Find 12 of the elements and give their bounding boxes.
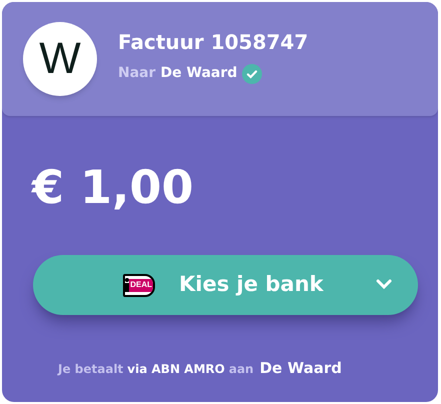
invoice-title: Factuur 1058747 (118, 30, 308, 55)
ideal-logo: DEAL (123, 274, 155, 296)
merchant-name: De Waard (160, 64, 238, 83)
amount: € 1,00 (30, 164, 195, 210)
to-label: Naar (118, 64, 156, 83)
avatar: W (23, 22, 97, 96)
footer-text: via ABN AMRO (127, 361, 225, 378)
footer-text: Je betaalt (58, 361, 124, 378)
footer-text: De Waard (260, 358, 342, 379)
footer-text: aan (228, 361, 254, 378)
chevron-down-icon (376, 279, 392, 290)
bank-select-button[interactable]: DEAL Kies je bank (33, 255, 418, 315)
